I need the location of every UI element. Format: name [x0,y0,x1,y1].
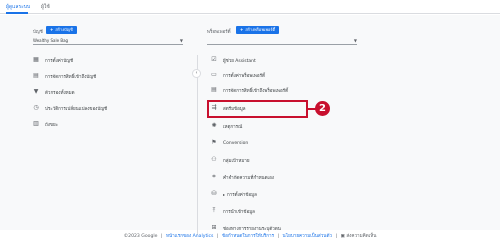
menu-item-data-import[interactable]: ⤒ การนำเข้าข้อมูล [211,206,255,216]
footer-link-privacy[interactable]: นโยบายความเป็นส่วนตัว [283,234,332,239]
filter-icon: ▼ [33,88,39,95]
tab-user[interactable]: ผู้ใช้ [41,3,50,11]
footer-link-analytics-home[interactable]: หน้าแรกของ Analytics [166,234,213,239]
menu-item-all-filters[interactable]: ▼ ตัวกรองทั้งหมด [33,87,75,97]
people-icon: ▤ [33,72,39,79]
create-account-button[interactable]: + สร้างบัญชี [46,26,77,34]
footer-copyright: ©2023 Google [123,234,158,239]
caret-right-icon: ▸ [223,191,226,197]
step-callout-badge: 2 [315,101,330,116]
audience-icon: ⚇ [211,156,217,163]
custom-definitions-icon: ⌗ [212,173,216,180]
plus-icon: + [50,27,54,32]
menu-item-reporting-identity[interactable]: ⊞ ช่องทางการรายงานระบุตัวตน [211,223,280,233]
footer-feedback-link[interactable]: ส่งความคิดเห็น [346,234,376,239]
menu-item-property-access[interactable]: ▤ การจัดการสิทธิ์เข้าถึงพร็อพเพอร์ตี้ [211,85,288,95]
people-icon: ▤ [211,86,217,93]
menu-item-custom-definitions[interactable]: ⌗ คำจำกัดความที่กำหนดเอง [211,172,274,182]
account-selector[interactable]: Wealthy Sale Bag ▼ [33,37,183,45]
collapse-column-button[interactable]: ‹ [192,69,201,78]
create-property-button[interactable]: + สร้างพร็อพเพอร์ตี้ [236,26,280,34]
menu-item-audiences[interactable]: ⚇ กลุ่มเป้าหมาย [211,155,249,165]
footer-separator: | [160,234,163,239]
plus-icon: + [240,27,244,32]
upload-icon: ⤒ [212,207,216,214]
footer-separator: | [335,234,338,239]
settings-grid-icon: ▦ [33,56,39,63]
menu-item-setup-assistant[interactable]: ☑ ผู้ช่วย Assistant [211,55,256,65]
account-selected-value: Wealthy Sale Bag [33,38,69,43]
highlight-box [207,100,308,118]
active-tab-indicator [6,12,28,14]
menu-item-account-settings[interactable]: ▦ การตั้งค่าบัญชี [33,55,73,65]
property-column-label: พร็อพเพอร์ตี้ [207,30,231,35]
account-column-label: บัญชี [33,30,43,35]
history-icon: ◷ [33,104,39,111]
identity-icon: ⊞ [211,224,217,231]
footer-separator: | [277,234,280,239]
menu-item-conversions[interactable]: ⚑ Conversion [211,138,248,148]
chevron-left-icon: ‹ [195,70,198,76]
menu-item-account-access[interactable]: ▤ การจัดการสิทธิ์เข้าถึงบัญชี [33,71,96,81]
menu-item-trash[interactable]: ▥ ถังขยะ [33,119,58,129]
chevron-down-icon: ▼ [353,38,357,43]
chevron-down-icon: ▼ [179,38,183,43]
footer-link-terms[interactable]: ข้อกำหนดในการให้บริการ [222,234,274,239]
footer-separator: | [216,234,219,239]
column-divider [197,55,198,235]
menu-item-events[interactable]: ✺ เหตุการณ์ [211,121,242,131]
menu-item-property-settings[interactable]: ▭ การตั้งค่าพร็อพเพอร์ตี้ [211,70,265,80]
top-tab-bar: ผู้ดูแลระบบ ผู้ใช้ [0,0,500,14]
menu-item-data-settings[interactable]: ⛁ ▸ การตั้งค่าข้อมูล [211,189,256,199]
tab-admin[interactable]: ผู้ดูแลระบบ [6,3,30,11]
property-selector[interactable]: ▼ [207,37,357,45]
admin-content: บัญชี + สร้างบัญชี Wealthy Sale Bag ▼ พร็… [0,15,500,235]
menu-item-account-history[interactable]: ◷ ประวัติการเปลี่ยนแปลงของบัญชี [33,103,107,113]
settings-icon: ▭ [211,71,217,78]
feedback-icon: ▣ [340,234,345,239]
database-icon: ⛁ [211,190,217,197]
trash-icon: ▥ [33,120,39,127]
footer: ©2023 Google | หน้าแรกของ Analytics | ข้… [0,233,500,240]
checkbox-icon: ☑ [211,56,217,63]
flag-icon: ⚑ [211,139,217,146]
events-icon: ✺ [211,122,217,129]
